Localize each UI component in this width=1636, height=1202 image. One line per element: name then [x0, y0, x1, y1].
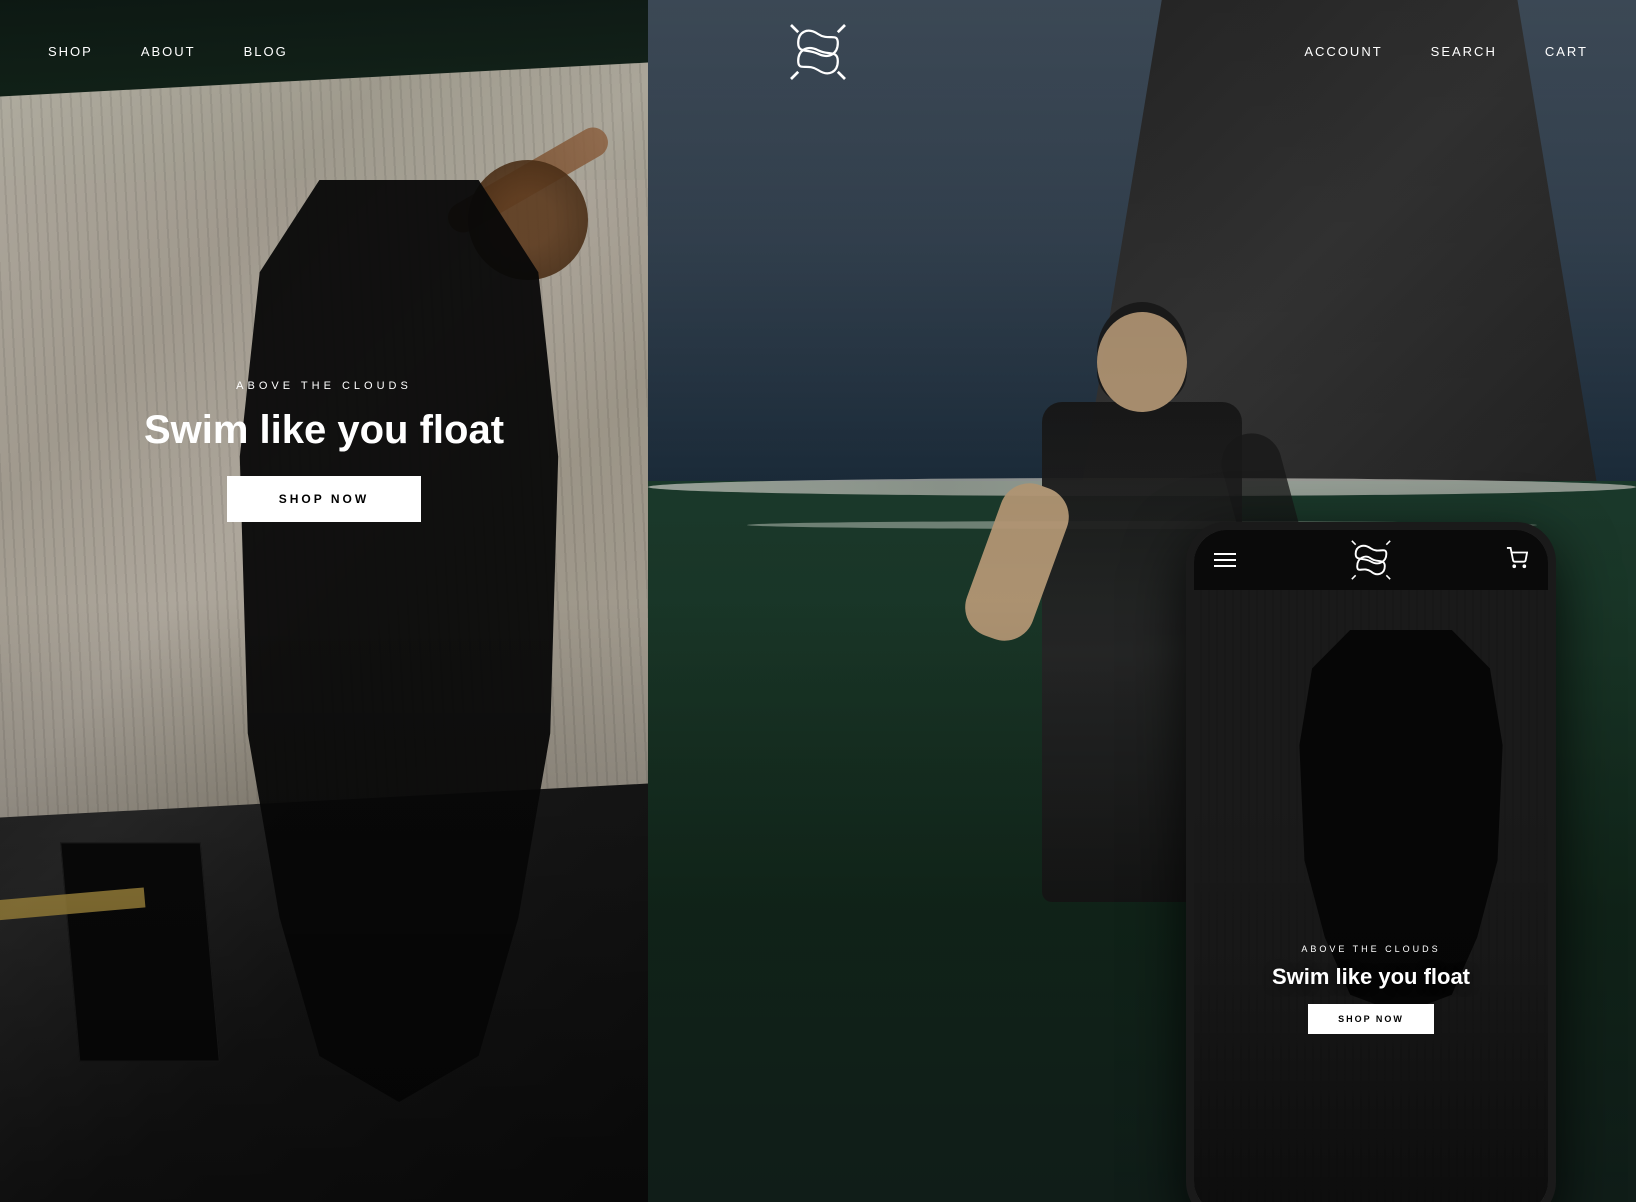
- shop-now-button[interactable]: SHOP NOW: [227, 476, 421, 522]
- left-background: [0, 0, 648, 1202]
- page-wrapper: ABOVE THE CLOUDS Swim like you float SHO…: [0, 0, 1636, 1202]
- right-hero-panel: ABOVE THE CLOUDS Swim like you float SHO…: [648, 0, 1636, 1202]
- hero-subtitle: ABOVE THE CLOUDS: [236, 380, 412, 392]
- phone-subtitle: ABOVE THE CLOUDS: [1301, 944, 1440, 954]
- logo-svg: [782, 16, 854, 88]
- nav-search[interactable]: SEARCH: [1431, 44, 1497, 59]
- left-hero-content: ABOVE THE CLOUDS Swim like you float SHO…: [0, 380, 648, 522]
- phone-shop-now-button[interactable]: SHOP NOW: [1308, 1004, 1434, 1034]
- phone-hero-content: ABOVE THE CLOUDS Swim like you float SHO…: [1194, 944, 1548, 1034]
- phone-mockup: ABOVE THE CLOUDS Swim like you float SHO…: [1186, 522, 1556, 1202]
- site-logo[interactable]: [782, 16, 854, 88]
- left-hero-panel: ABOVE THE CLOUDS Swim like you float SHO…: [0, 0, 648, 1202]
- phone-title: Swim like you float: [1272, 964, 1470, 990]
- hamburger-menu-icon[interactable]: [1214, 553, 1236, 567]
- nav-account[interactable]: ACCOUNT: [1304, 44, 1382, 59]
- phone-header: [1194, 530, 1548, 590]
- nav-left: SHOP ABOUT BLOG: [48, 44, 288, 59]
- menu-line-2: [1214, 559, 1236, 561]
- nav-cart[interactable]: CART: [1545, 44, 1588, 59]
- phone-overlay: [1194, 590, 1548, 1202]
- nav-about[interactable]: ABOUT: [141, 44, 196, 59]
- menu-line-1: [1214, 553, 1236, 555]
- nav-right: ACCOUNT SEARCH CART: [1304, 44, 1588, 59]
- nav-shop[interactable]: SHOP: [48, 44, 93, 59]
- menu-line-3: [1214, 565, 1236, 567]
- left-overlay: [0, 0, 648, 1202]
- phone-logo: [1348, 537, 1394, 583]
- hero-title: Swim like you float: [144, 408, 504, 452]
- site-header: SHOP ABOUT BLOG ACCOUNT SEARCH CART: [0, 0, 1636, 103]
- nav-blog[interactable]: BLOG: [244, 44, 288, 59]
- phone-cart-icon[interactable]: [1506, 547, 1528, 574]
- phone-screen: ABOVE THE CLOUDS Swim like you float SHO…: [1194, 530, 1548, 1202]
